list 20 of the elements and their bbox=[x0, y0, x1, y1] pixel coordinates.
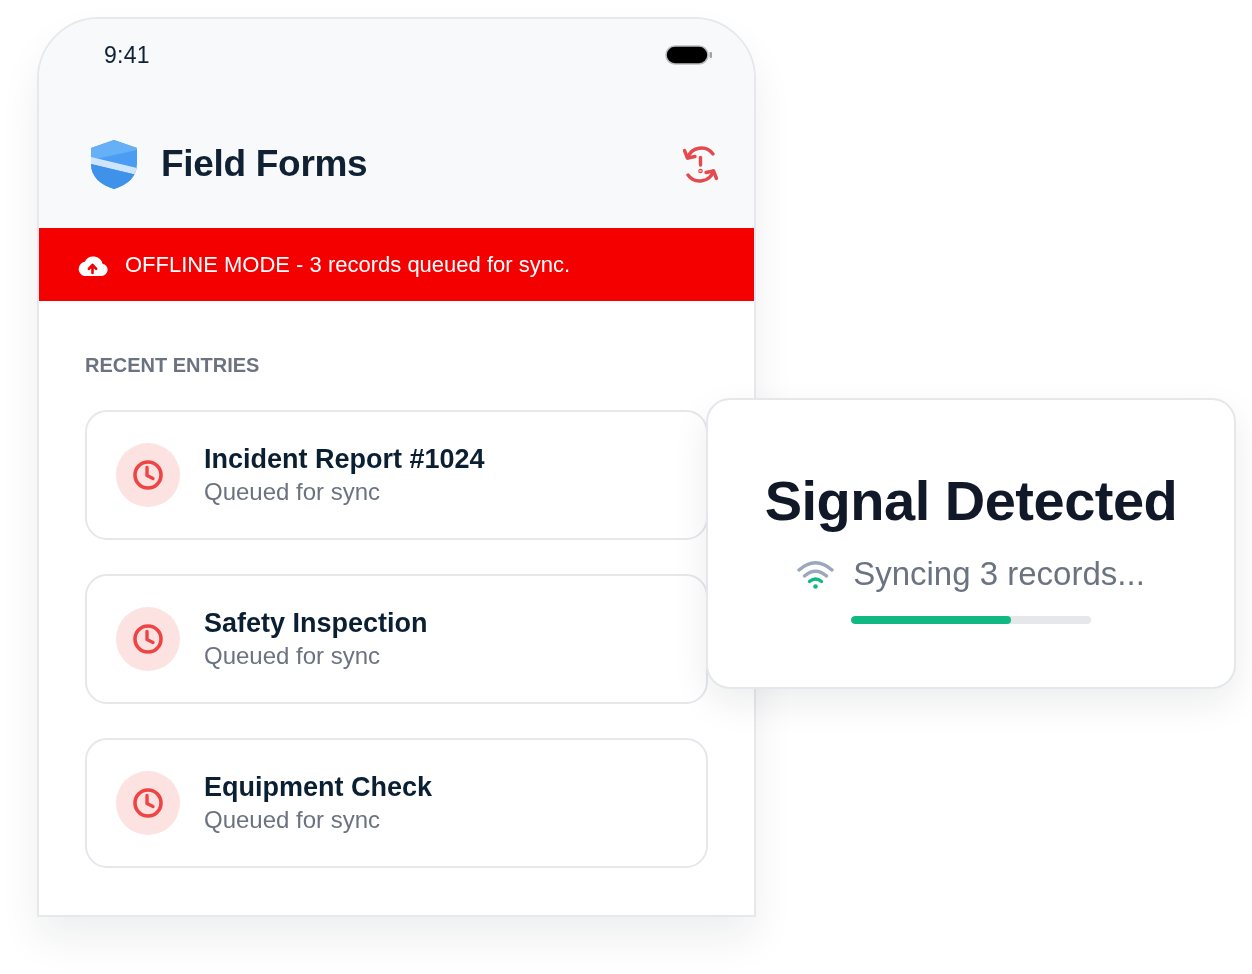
battery-icon bbox=[665, 45, 712, 65]
entry-status: Queued for sync bbox=[204, 805, 382, 836]
entry-status: Queued for sync bbox=[204, 477, 382, 508]
clock-icon bbox=[116, 443, 180, 507]
entry-status: Queued for sync bbox=[204, 641, 382, 672]
entry-title: Incident Report #1024 bbox=[204, 442, 485, 476]
sync-status-text: Syncing 3 records... bbox=[853, 557, 1145, 590]
status-time: 9:41 bbox=[104, 40, 150, 70]
entry-card[interactable]: Equipment Check Queued for sync bbox=[85, 738, 708, 868]
entry-card[interactable]: Incident Report #1024 Queued for sync bbox=[85, 410, 708, 540]
clock-icon bbox=[116, 607, 180, 671]
entry-title: Safety Inspection bbox=[204, 606, 428, 640]
section-heading: RECENT ENTRIES bbox=[85, 353, 261, 377]
clock-icon bbox=[116, 771, 180, 835]
entry-card[interactable]: Safety Inspection Queued for sync bbox=[85, 574, 708, 704]
wifi-icon bbox=[797, 558, 835, 589]
entry-title: Equipment Check bbox=[204, 770, 433, 804]
app-title: Field Forms bbox=[161, 141, 368, 186]
sync-alert-icon[interactable] bbox=[681, 144, 720, 184]
offline-message: OFFLINE MODE - 3 records queued for sync. bbox=[125, 251, 571, 279]
